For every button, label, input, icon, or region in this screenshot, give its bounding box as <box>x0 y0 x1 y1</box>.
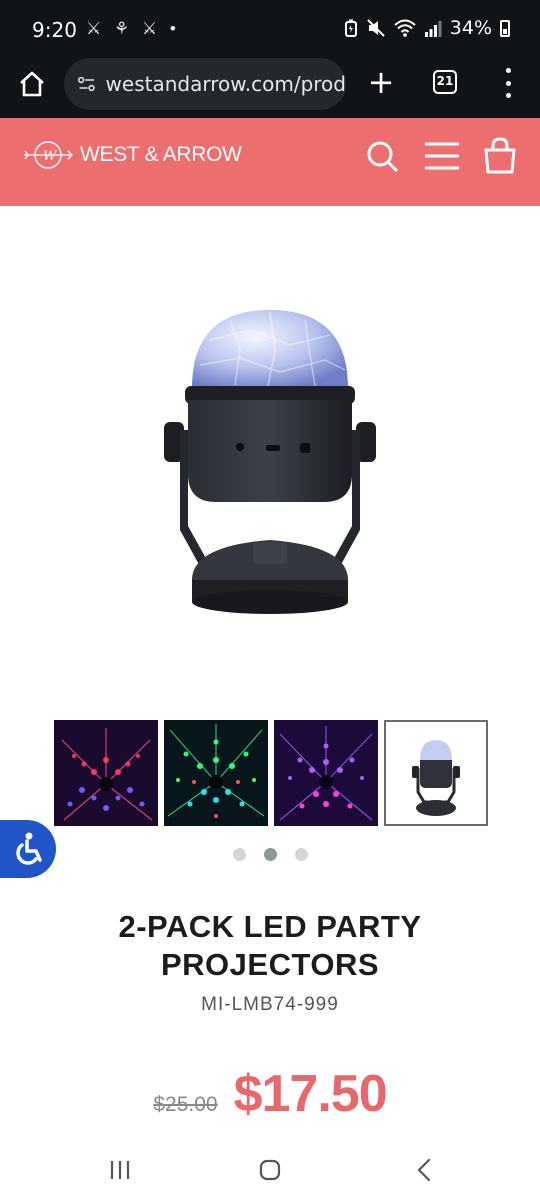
original-price: $25.00 <box>153 1093 218 1116</box>
tab-switcher-button[interactable]: 21 <box>433 70 457 94</box>
home-nav-button[interactable] <box>250 1154 290 1186</box>
accessibility-icon <box>16 832 42 865</box>
accessibility-button[interactable] <box>0 820 56 878</box>
carousel-dot-3[interactable] <box>294 848 308 861</box>
thumbnail-3[interactable] <box>274 720 378 826</box>
battery-percent: 34% <box>449 17 492 39</box>
cart-button[interactable] <box>480 136 520 176</box>
hamburger-menu-icon <box>425 142 459 170</box>
notification-icons: ⚔ ⚘ ⚔ • <box>86 19 180 38</box>
battery-saver-icon <box>344 19 357 37</box>
home-button[interactable] <box>14 66 50 102</box>
url-text: westandarrow.com/prod <box>105 72 346 96</box>
brand-logo[interactable]: W WEST & ARROW <box>22 138 242 172</box>
wifi-icon <box>394 19 416 37</box>
svg-text:W: W <box>43 149 58 164</box>
search-icon <box>367 141 399 173</box>
back-button[interactable] <box>404 1154 444 1186</box>
product-title: 2-PACK LED PARTY PROJECTORS <box>118 909 422 982</box>
sale-price: $17.50 <box>233 1065 388 1123</box>
back-chevron-icon <box>417 1158 431 1182</box>
recent-apps-icon <box>110 1161 130 1179</box>
mute-icon <box>367 19 385 37</box>
red-blue-light-pattern-image <box>54 720 158 826</box>
signal-icon <box>424 21 442 37</box>
site-settings-icon[interactable] <box>78 74 96 94</box>
carousel-dots <box>0 848 540 861</box>
search-button[interactable] <box>362 136 402 176</box>
price-block: $25.00 $17.50 <box>0 1064 540 1124</box>
shopping-bag-icon <box>484 137 516 174</box>
projector-product-thumbnail <box>386 722 486 824</box>
product-sku: MI-LMB74-999 <box>201 994 339 1015</box>
site-header: W WEST & ARROW <box>0 118 540 206</box>
address-bar[interactable]: westandarrow.com/prod <box>64 58 346 110</box>
recent-apps-button[interactable] <box>100 1154 140 1186</box>
product-main-image[interactable] <box>140 250 400 650</box>
status-time: 9:20 <box>32 18 77 42</box>
thumbnail-1[interactable] <box>54 720 158 826</box>
system-indicators: 34% <box>344 17 510 39</box>
led-projector-illustration <box>164 310 376 614</box>
green-light-pattern-image <box>164 720 268 826</box>
browser-toolbar: westandarrow.com/prod + 21 <box>0 56 540 118</box>
system-navigation-bar <box>0 1140 540 1200</box>
carousel-dot-2-active[interactable] <box>263 848 277 861</box>
menu-button[interactable] <box>422 136 462 176</box>
arrow-logo-icon: W <box>24 141 73 169</box>
new-tab-button[interactable]: + <box>366 64 396 100</box>
brand-name: WEST & ARROW <box>80 143 242 166</box>
home-icon <box>20 71 44 97</box>
battery-icon <box>500 19 510 37</box>
home-nav-icon <box>259 1159 281 1181</box>
browser-menu-button[interactable] <box>498 68 518 98</box>
thumbnail-2[interactable] <box>164 720 268 826</box>
carousel-dot-1[interactable] <box>232 848 246 861</box>
purple-light-pattern-image <box>274 720 378 826</box>
status-bar: 9:20 ⚔ ⚘ ⚔ • 34% <box>0 0 540 56</box>
thumbnail-gallery <box>54 720 490 830</box>
thumbnail-4-active[interactable] <box>384 720 488 826</box>
